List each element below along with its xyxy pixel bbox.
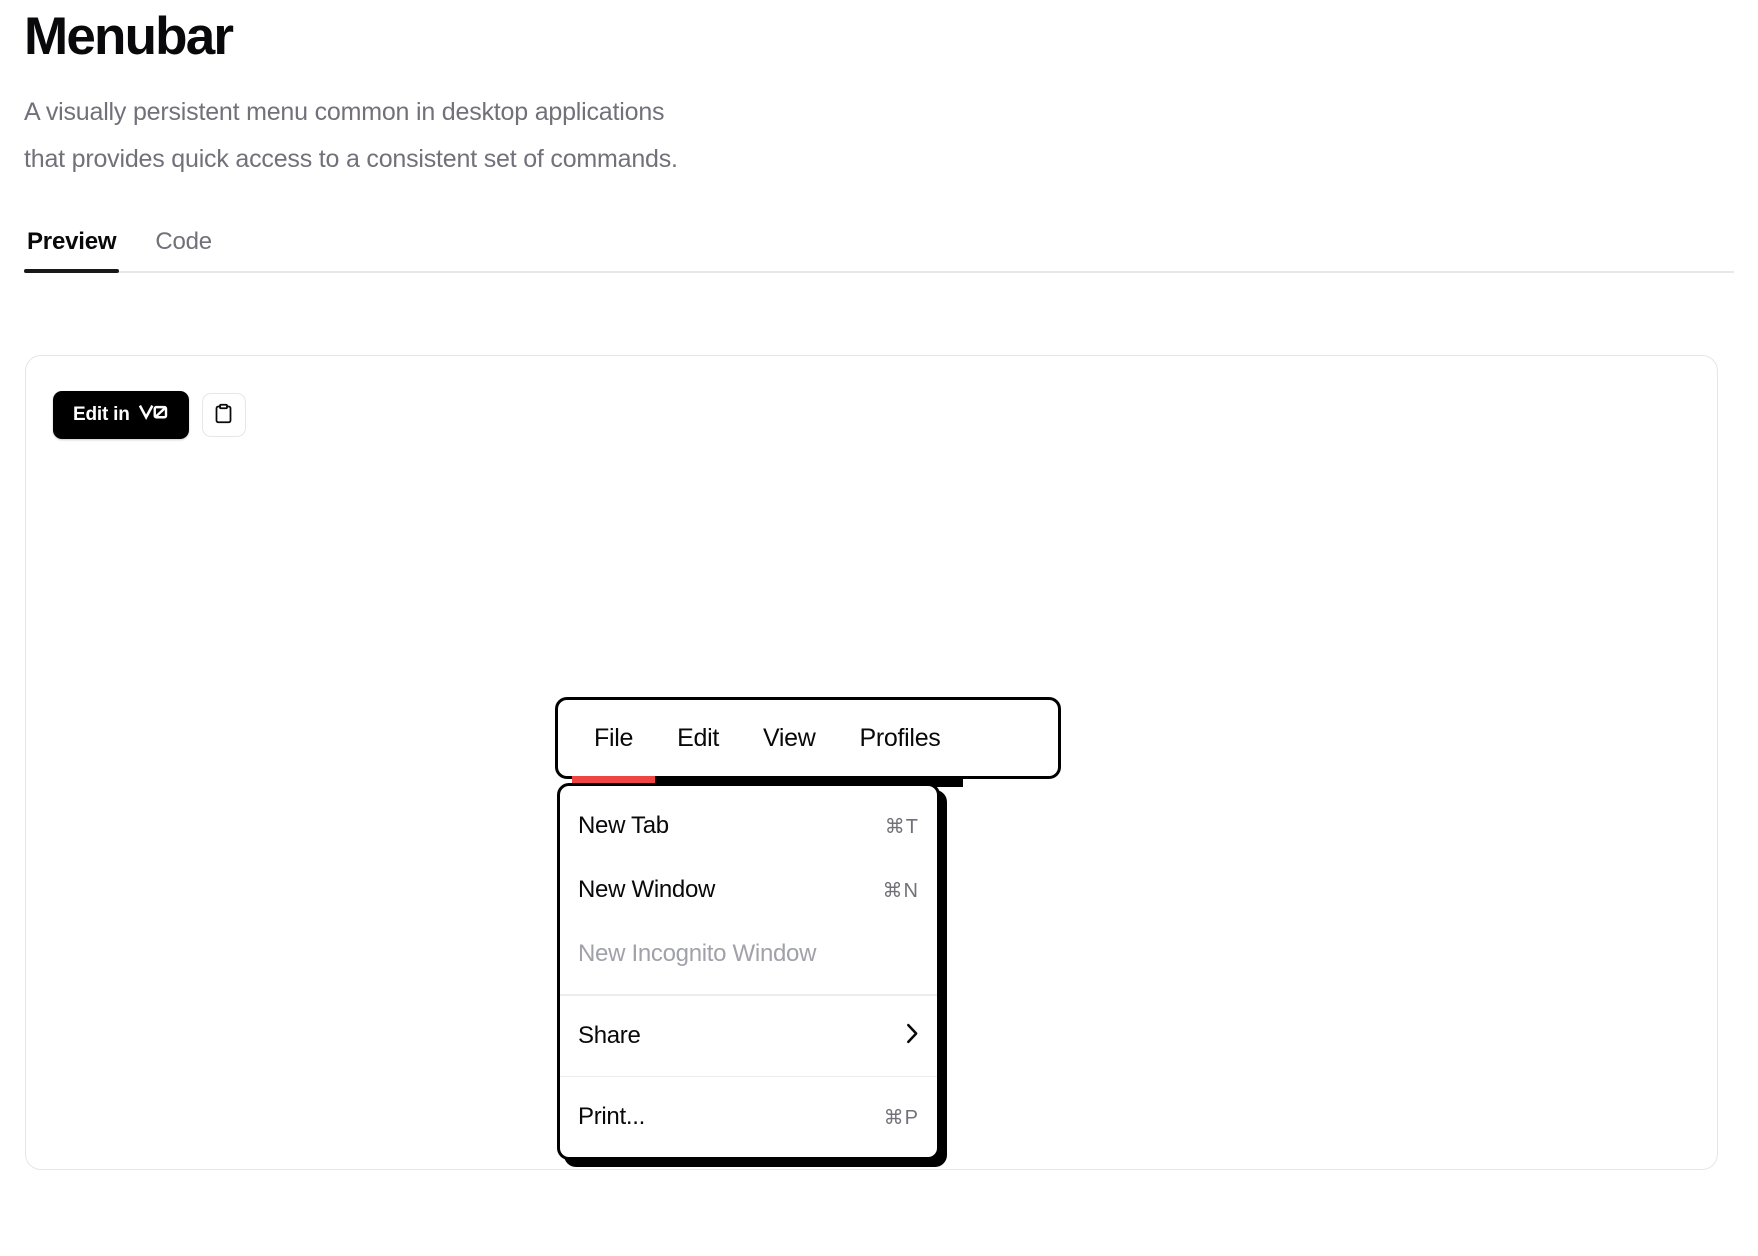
menubar-trigger-file[interactable]: File (572, 714, 656, 787)
menu-item-print-label: Print... (578, 1103, 645, 1130)
file-menu-dropdown: New Tab ⌘T New Window ⌘N New Incognito W… (557, 783, 940, 1160)
page-description: A visually persistent menu common in des… (24, 89, 974, 183)
menu-item-new-tab-shortcut: ⌘T (884, 815, 919, 838)
menu-item-new-window-label: New Window (578, 876, 716, 903)
menu-item-new-incognito-window: New Incognito Window (560, 922, 937, 986)
menubar: File Edit View Profiles (555, 697, 1061, 787)
preview-card: Edit in File Edit View Profiles New Tab … (25, 355, 1718, 1170)
menu-item-print-shortcut: ⌘P (883, 1106, 919, 1129)
menu-separator-1 (560, 994, 937, 996)
menubar-trigger-edit[interactable]: Edit (655, 714, 741, 787)
menu-item-share-label: Share (578, 1021, 641, 1049)
menu-separator-2 (560, 1075, 937, 1077)
chevron-right-icon (906, 1023, 919, 1048)
page-description-line1: A visually persistent menu common in des… (24, 98, 665, 126)
menubar-trigger-edit-label: Edit (677, 723, 719, 752)
menubar-trigger-file-label: File (594, 723, 634, 752)
menubar-trigger-view-label: View (762, 723, 816, 752)
menu-item-new-tab[interactable]: New Tab ⌘T (560, 794, 937, 858)
page-description-line2: that provides quick access to a consiste… (24, 145, 678, 173)
page-title: Menubar (24, 7, 234, 66)
tabs-list: Preview Code (24, 227, 1734, 273)
tab-code[interactable]: Code (152, 227, 215, 273)
tab-preview[interactable]: Preview (24, 227, 120, 273)
menubar-trigger-profiles-label: Profiles (859, 723, 941, 752)
menubar-demo-stage: File Edit View Profiles New Tab ⌘T New W… (26, 356, 1717, 1169)
menu-item-print[interactable]: Print... ⌘P (560, 1085, 937, 1149)
page-root: Menubar A visually persistent menu commo… (0, 10, 1758, 1256)
tabs-bar: Preview Code (0, 227, 1758, 273)
menu-item-new-incognito-window-label: New Incognito Window (578, 940, 817, 967)
menu-item-share[interactable]: Share (560, 1004, 937, 1068)
menu-item-new-window[interactable]: New Window ⌘N (560, 858, 937, 922)
menu-item-new-window-shortcut: ⌘N (882, 879, 919, 902)
menubar-trigger-view[interactable]: View (740, 714, 838, 787)
menubar-trigger-profiles[interactable]: Profiles (837, 714, 963, 787)
doc-header: Menubar A visually persistent menu commo… (0, 10, 1758, 183)
menu-item-new-tab-label: New Tab (578, 812, 669, 839)
